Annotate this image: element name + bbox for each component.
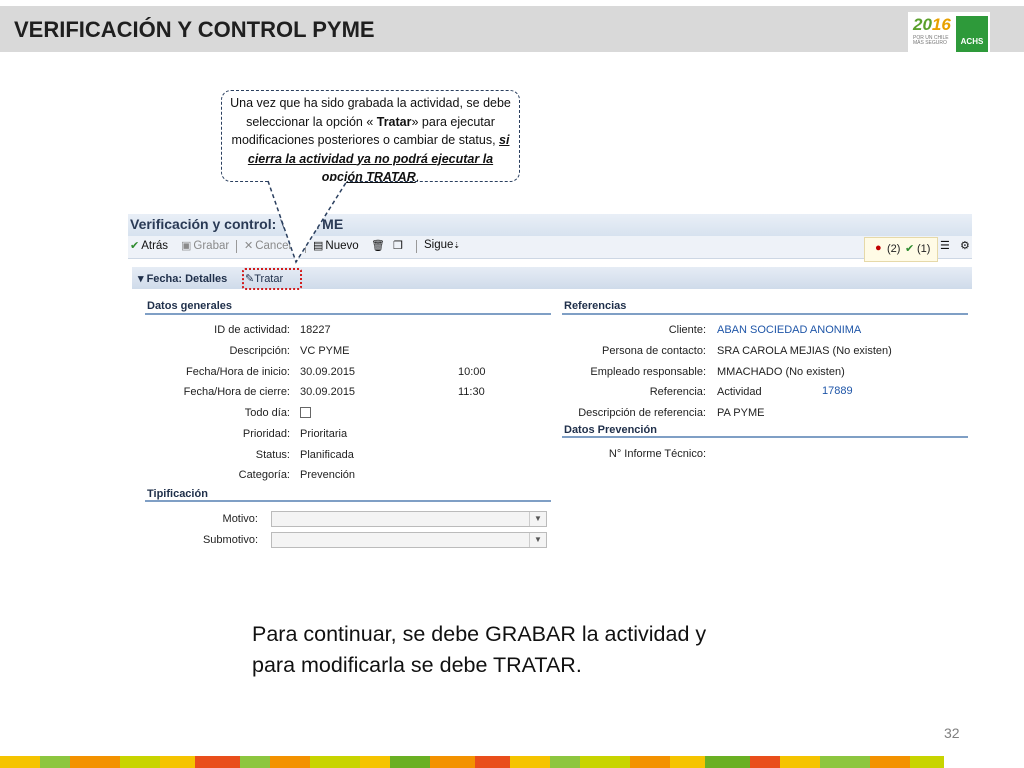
client-link[interactable]: ABAN SOCIEDAD ANONIMA: [717, 324, 861, 336]
body-line-1: Para continuar, se debe GRABAR la activi…: [252, 622, 707, 646]
save-button[interactable]: ▣ Grabar: [181, 239, 229, 252]
field-label: Persona de contacto:: [602, 345, 706, 357]
field-label: Cliente:: [668, 324, 706, 336]
group-divider: [145, 500, 551, 502]
group-divider: [562, 313, 968, 315]
success-count: (1): [917, 243, 931, 255]
reference-link[interactable]: 17889: [822, 385, 853, 397]
callout-tratar: Tratar: [376, 114, 412, 129]
edit-icon: ✎: [245, 273, 255, 285]
trash-icon: 🗑: [371, 240, 385, 252]
group-title-prevencion: Datos Prevención: [564, 424, 657, 436]
toolbar-separator: [236, 240, 237, 253]
copy-button[interactable]: ❐: [393, 239, 405, 252]
slide-header: VERIFICACIÓN Y CONTROL PYME 2016 POR UN …: [0, 6, 1024, 54]
field-value: Prevención: [300, 469, 356, 481]
tratar-button[interactable]: ✎Tratar: [245, 272, 283, 285]
cancel-icon: ✕: [244, 240, 254, 252]
field-time: 11:30: [458, 386, 485, 398]
slide-title: VERIFICACIÓN Y CONTROL PYME: [14, 17, 375, 42]
error-count: (2): [887, 243, 901, 255]
field-value: 30.09.2015: [300, 386, 356, 398]
callout-note: Una vez que ha sido grabada la actividad…: [221, 90, 520, 184]
section-toggle[interactable]: ▾ Fecha: Detalles: [138, 272, 227, 285]
error-icon: ●: [875, 242, 882, 254]
field-value: 30.09.2015: [300, 366, 356, 378]
toolbar: ✔ Atrás ▣ Grabar ✕ Cancelar ▤ Nuevo 🗑 ❐ Sigu…: [128, 236, 972, 259]
slide-body-text: Para continuar, se debe GRABAR la activi…: [252, 619, 706, 681]
field-value: MMACHADO (No existen): [717, 366, 845, 378]
field-label: Descripción de referencia:: [578, 407, 706, 419]
back-button[interactable]: ✔ Atrás: [130, 239, 168, 252]
app-title-bar: Verificación y control: VC PYME: [128, 214, 972, 236]
save-icon: ▣: [181, 240, 192, 252]
all-day-checkbox[interactable]: [300, 407, 311, 418]
chevron-down-icon: ▼: [529, 533, 546, 547]
field-label: N° Informe Técnico:: [608, 448, 706, 460]
field-value: Prioritaria: [300, 428, 348, 440]
group-title-tipificacion: Tipificación: [147, 488, 208, 500]
field-value: Planificada: [300, 449, 354, 461]
app-title: Verificación y control: VC PYME: [130, 216, 344, 232]
toolbar-separator: [305, 240, 306, 253]
field-value: SRA CAROLA MEJIAS (No existen): [717, 345, 892, 357]
chevron-down-icon: ⇣: [453, 241, 461, 250]
logo-brand: ACHS: [956, 16, 988, 52]
new-button[interactable]: ▤ Nuevo: [313, 239, 359, 252]
group-title-referencias: Referencias: [564, 300, 627, 312]
field-value: Actividad: [717, 386, 762, 398]
field-label: ID de actividad:: [214, 324, 290, 336]
section-header: ▾ Fecha: Detalles ✎Tratar: [132, 267, 972, 290]
logo-tagline: POR UN CHILE MÁS SEGURO: [913, 35, 949, 46]
field-label: Status:: [255, 449, 290, 461]
submotivo-select[interactable]: ▼: [271, 532, 547, 548]
next-menu[interactable]: Sigue⇣: [424, 239, 460, 251]
delete-button[interactable]: 🗑: [371, 239, 387, 252]
check-icon: ✔: [130, 240, 140, 252]
chevron-down-icon: ▼: [529, 512, 546, 526]
field-label: Motivo:: [222, 513, 258, 525]
achs-logo: 2016 POR UN CHILE MÁS SEGURO ACHS: [908, 12, 990, 54]
cancel-button[interactable]: ✕ Cancelar: [244, 239, 301, 252]
gear-icon: ⚙: [960, 240, 970, 252]
motivo-select[interactable]: ▼: [271, 511, 547, 527]
field-value: VC PYME: [300, 345, 350, 357]
group-divider: [562, 436, 968, 438]
field-value: 18227: [300, 324, 331, 336]
list-icon-button[interactable]: ☰: [940, 239, 952, 252]
field-label: Fecha/Hora de inicio:: [186, 366, 290, 378]
new-document-icon: ▤: [313, 240, 324, 252]
field-label: Empleado responsable:: [590, 366, 706, 378]
field-label: Categoría:: [238, 469, 290, 481]
group-divider: [145, 313, 551, 315]
field-label: Fecha/Hora de cierre:: [183, 386, 290, 398]
field-value: PA PYME: [717, 407, 765, 419]
app-window: Verificación y control: VC PYME ✔ Atrás ▣…: [128, 214, 972, 560]
field-label: Prioridad:: [242, 428, 290, 440]
list-icon: ☰: [940, 240, 950, 252]
copy-icon: ❐: [393, 240, 403, 252]
settings-icon-button[interactable]: ⚙: [960, 239, 972, 252]
field-label: Referencia:: [649, 386, 706, 398]
toolbar-separator: [416, 240, 417, 253]
body-line-2: para modificarla se debe TRATAR.: [252, 653, 582, 677]
field-time: 10:00: [458, 366, 486, 378]
decorative-stripe: [0, 756, 1024, 768]
success-icon: ✔: [905, 243, 915, 255]
field-label: Descripción:: [229, 345, 290, 357]
page-number: 32: [944, 725, 960, 741]
group-title-general: Datos generales: [147, 300, 232, 312]
field-label: Submotivo:: [202, 534, 258, 546]
message-status[interactable]: ● (2) ✔ (1): [864, 237, 938, 262]
callout-text-3: .: [415, 170, 420, 184]
field-label: Todo día:: [244, 407, 290, 419]
logo-year: 2016: [913, 15, 951, 34]
